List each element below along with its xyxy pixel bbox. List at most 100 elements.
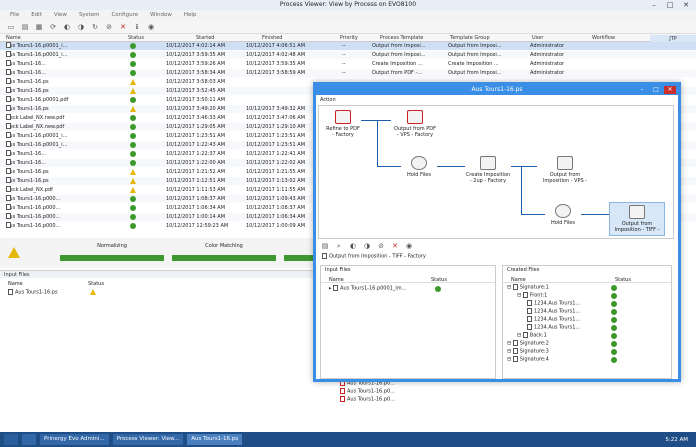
dialog-created-col-name[interactable]: Name <box>511 277 526 283</box>
background-file-list: Aus Tours1-16.p0... Aus Tours1-16.p0... … <box>340 380 420 420</box>
ok-status-icon <box>130 133 136 139</box>
col-template-group[interactable]: Template Group <box>450 35 490 41</box>
file-icon <box>6 78 11 84</box>
file-icon <box>6 114 11 120</box>
file-icon <box>6 69 11 75</box>
col-status[interactable]: Status <box>128 35 144 41</box>
delete-icon[interactable]: ✕ <box>390 241 400 251</box>
menu-window[interactable]: Window <box>150 12 172 18</box>
table-row[interactable]: Aus Tours1-16.p0001_i... 10/12/2017 3:59:… <box>0 51 696 59</box>
ok-status-icon <box>611 285 617 291</box>
taskbar-item-prinergy[interactable]: Prinergy Evo Admini... <box>40 434 109 445</box>
table-row[interactable]: Aus Tours1-16.p0001_i... 10/12/2017 4:02:… <box>0 42 696 50</box>
file-icon <box>6 222 11 228</box>
ok-status-icon <box>130 43 136 49</box>
start-icon[interactable] <box>4 434 18 445</box>
dialog-close-icon[interactable]: ✕ <box>664 86 676 94</box>
dialog-input-col-name[interactable]: Name <box>329 277 344 283</box>
file-icon <box>522 332 528 338</box>
tree-node[interactable]: ⊟ Signature:2 <box>507 340 549 347</box>
node-output-pdf[interactable]: Output from PDF - VPS - Factory <box>393 110 437 138</box>
step-normalizing-label: Normalizing <box>97 243 127 249</box>
dialog-maximize-icon[interactable]: □ <box>650 86 662 94</box>
file-icon <box>6 51 11 57</box>
close-icon[interactable]: ✕ <box>678 0 694 10</box>
minimize-icon[interactable]: – <box>646 0 662 10</box>
view-process-icon[interactable]: ◉ <box>146 22 156 32</box>
open-icon[interactable]: ▭ <box>6 22 16 32</box>
folder-icon[interactable]: ▤ <box>320 241 330 251</box>
list-item[interactable]: Aus Tours1-16.p0... <box>340 396 420 404</box>
tree-node[interactable]: 1234.Aus Tours1... <box>527 308 580 315</box>
dialog-minimize-icon[interactable]: – <box>636 86 648 94</box>
tree-node-label: Front:1 <box>529 292 548 299</box>
col-finished[interactable]: Finished <box>262 35 282 41</box>
tree-node[interactable]: ⊟ Signature:3 <box>507 348 549 355</box>
col-workflow[interactable]: Workflow <box>592 35 615 41</box>
dialog-created-col-status[interactable]: Status <box>615 277 631 283</box>
taskbar-item-process-viewer[interactable]: Process Viewer: View... <box>112 434 184 445</box>
menu-file[interactable]: File <box>10 12 19 18</box>
node-hold-2[interactable]: Hold Files <box>545 204 581 226</box>
tree-node[interactable]: ⊟ Front:1 <box>517 292 547 299</box>
col-started[interactable]: Started <box>196 35 214 41</box>
menu-edit[interactable]: Edit <box>31 12 42 18</box>
node-output-vps[interactable]: Output from Imposition - VPS - <box>537 156 593 184</box>
hold-icon[interactable]: ◐ <box>62 22 72 32</box>
delete-icon[interactable]: ✕ <box>118 22 128 32</box>
input-file-row[interactable]: Aus Tours1-16.ps <box>8 289 208 297</box>
file-icon <box>6 141 11 147</box>
menu-configure[interactable]: Configure <box>111 12 138 18</box>
release-icon[interactable]: ◑ <box>362 241 372 251</box>
table-row[interactable]: Aus Tours1-16... 10/12/2017 3:58:34 AM 10/… <box>0 69 696 77</box>
dialog-input-row[interactable]: ▸ Aus Tours1-16.p0001_im... <box>329 285 493 293</box>
table-row[interactable]: Aus Tours1-16... 10/12/2017 3:59:26 AM 10/… <box>0 60 696 68</box>
ok-status-icon <box>611 357 617 363</box>
restart-icon[interactable]: ↻ <box>90 22 100 32</box>
col-process-template[interactable]: Process Template <box>380 35 423 41</box>
node-output-tiff[interactable]: Output from Imposition - TIFF - <box>609 202 665 236</box>
node-hold-1[interactable]: Hold Files <box>401 156 437 178</box>
row-user: Administrator <box>530 61 565 67</box>
col-user[interactable]: User <box>532 35 543 41</box>
col-priority[interactable]: Priority <box>340 35 358 41</box>
tree-node[interactable]: 1234.Aus Tours1... <box>527 324 580 331</box>
tree-node[interactable]: ⊟ Signature:4 <box>507 356 549 363</box>
view-icon[interactable]: ▦ <box>34 22 44 32</box>
ok-status-icon <box>130 97 136 103</box>
menu-help[interactable]: Help <box>184 12 197 18</box>
input-col-name[interactable]: Name <box>8 281 23 287</box>
dialog-input-col-status[interactable]: Status <box>431 277 447 283</box>
folder-icon[interactable] <box>22 434 36 445</box>
tree-node[interactable]: ⊟ Back:1 <box>517 332 547 339</box>
row-name-cell: Aus Tours1-16... <box>6 150 46 158</box>
hold-icon[interactable]: ◐ <box>348 241 358 251</box>
view-icon[interactable]: ◉ <box>404 241 414 251</box>
tree-node[interactable]: 1234.Aus Tours1... <box>527 300 580 307</box>
release-icon[interactable]: ◑ <box>76 22 86 32</box>
node-impose[interactable]: Create Imposition - 2up - Factory <box>465 156 511 184</box>
info-icon[interactable]: ℹ <box>132 22 142 32</box>
input-col-status[interactable]: Status <box>88 281 104 287</box>
search-icon[interactable]: ⌕ <box>334 241 344 251</box>
tree-node[interactable]: 1234.Aus Tours1... <box>527 316 580 323</box>
row-name: Aus Tours1-16.p0001_i... <box>6 52 68 58</box>
col-name[interactable]: Name <box>6 35 21 41</box>
cancel-icon[interactable]: ⊘ <box>104 22 114 32</box>
menu-system[interactable]: System <box>79 12 100 18</box>
row-name-cell: Aus Tours1-16.p000... <box>6 195 60 203</box>
node-refine[interactable]: Refine to PDF - Factory <box>325 110 361 138</box>
row-finished: 10/12/2017 3:59:35 AM <box>246 61 306 67</box>
row-started: 10/12/2017 3:46:33 AM <box>166 115 226 121</box>
maximize-icon[interactable]: □ <box>662 0 678 10</box>
folder-icon[interactable]: ▤ <box>20 22 30 32</box>
dialog-title: Aus Tours1-16.ps <box>471 86 523 93</box>
tree-node[interactable]: ⊟ Signature:1 <box>507 284 549 291</box>
list-item[interactable]: Aus Tours1-16.p0... <box>340 388 420 396</box>
taskbar-item-dialog[interactable]: Aus Tours1-16.ps <box>187 434 243 445</box>
cancel-icon[interactable]: ⊘ <box>376 241 386 251</box>
file-icon <box>6 96 11 102</box>
menu-view[interactable]: View <box>54 12 67 18</box>
row-user: Administrator <box>530 43 565 49</box>
refresh-icon[interactable]: ⟳ <box>48 22 58 32</box>
